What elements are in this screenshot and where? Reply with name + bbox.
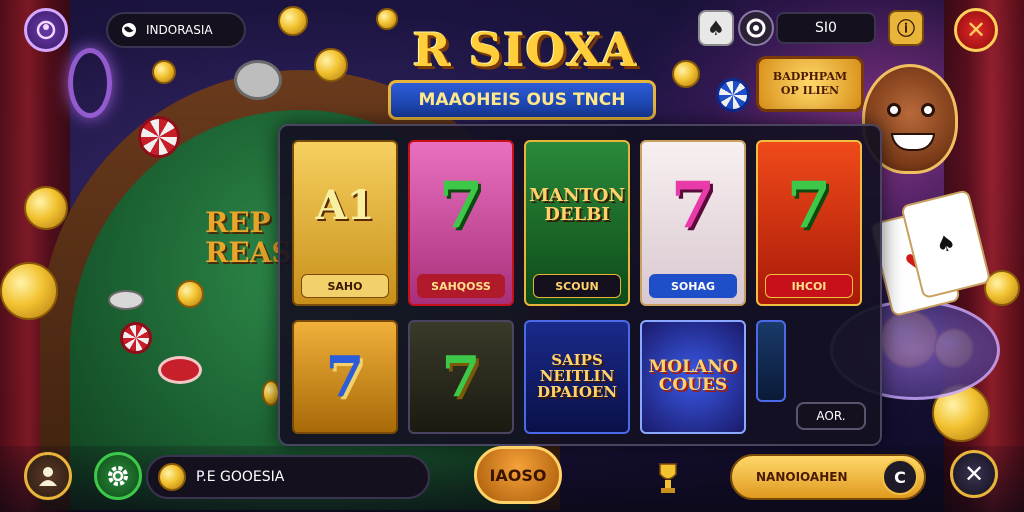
trophy-icon[interactable] [656, 460, 680, 496]
cards-icon: ♠ [707, 16, 725, 40]
profile-icon [36, 20, 56, 40]
more-games-button[interactable]: AOR. [796, 402, 866, 430]
close-bottom-button[interactable]: ✕ [950, 450, 998, 498]
game-tile[interactable]: SAIPS NEITLIN DPAIOEN [524, 320, 630, 434]
game-tile-label: IHCOI [765, 274, 853, 298]
promo-line1: BADPHPAM [772, 70, 848, 83]
chip-button[interactable] [738, 10, 774, 46]
game-tile-art: MANTON DELBI [529, 185, 625, 225]
play-button[interactable]: IAOSO [474, 446, 562, 504]
region-selector[interactable]: INDORASIA [106, 12, 246, 48]
coin-icon [24, 186, 68, 230]
settings-button[interactable] [94, 452, 142, 500]
coin-icon [376, 8, 398, 30]
game-tile[interactable]: A1 SAHO [292, 140, 398, 306]
game-tile[interactable]: 7 SOHAG [640, 140, 746, 306]
game-tile[interactable]: MANTON DELBI SCOUN [524, 140, 630, 306]
info-icon: ⓘ [897, 19, 915, 40]
game-tile[interactable]: 7 [408, 320, 514, 434]
balance-display: SI0 [776, 12, 876, 44]
game-tile-art: 7 [441, 343, 481, 410]
game-tile-art: SAIPS NEITLIN DPAIOEN [536, 351, 618, 401]
refresh-icon: C [882, 459, 918, 495]
game-tile[interactable]: 7 SAHQOSS [408, 140, 514, 306]
info-button[interactable]: ⓘ [888, 10, 924, 46]
card-shoe [234, 60, 282, 100]
poker-chip [716, 78, 750, 112]
promo-line2: OP ILIEN [780, 84, 840, 97]
region-label: INDORASIA [146, 23, 213, 37]
close-icon: ✕ [965, 16, 987, 44]
game-tile-art: A1 [315, 182, 375, 229]
coin-icon [0, 262, 58, 320]
user-button[interactable] [24, 452, 72, 500]
close-icon: ✕ [963, 460, 985, 488]
globe-icon [122, 23, 136, 37]
game-subtitle: MAAOHEIS OUS TNCH [388, 80, 656, 120]
game-tile[interactable]: 7 [292, 320, 398, 434]
search-input[interactable] [196, 469, 418, 485]
coin-icon [152, 60, 176, 84]
claim-button[interactable]: NANOIOAHEN C [730, 454, 926, 500]
game-tile[interactable]: 7 IHCOI [756, 140, 862, 306]
profile-button[interactable] [24, 8, 68, 52]
game-tile-label: SAHO [301, 274, 389, 298]
game-tile-art: 7 [325, 343, 365, 410]
poker-chip [120, 322, 152, 354]
poker-chip [138, 116, 180, 158]
game-grid-panel: A1 SAHO 7 SAHQOSS MANTON DELBI SCOUN 7 S… [278, 124, 882, 446]
table-dish [108, 290, 144, 310]
game-tile-label: SOHAG [649, 274, 737, 298]
game-title: R SIOXA [412, 23, 638, 77]
table-red-button[interactable] [158, 356, 202, 384]
gear-icon [108, 466, 128, 486]
chip-icon [746, 18, 766, 38]
promo-badge[interactable]: BADPHPAM OP ILIEN [756, 56, 864, 112]
game-tile[interactable]: MOLANO COUES [640, 320, 746, 434]
game-tile-art: 7 [786, 168, 832, 244]
game-tile-label: SAHQOSS [417, 274, 505, 298]
game-tile-art: 7 [438, 168, 484, 244]
coin-icon [314, 48, 348, 82]
game-tile-art: MOLANO COUES [648, 357, 738, 395]
mascot-mouth [891, 133, 935, 151]
coin-icon [672, 60, 700, 88]
coin-icon [278, 6, 308, 36]
game-tile-art: 7 [670, 168, 716, 244]
close-button[interactable]: ✕ [954, 8, 998, 52]
coin-icon [176, 280, 204, 308]
game-tile-label: SCOUN [533, 274, 621, 298]
deck-button[interactable]: ♠ [698, 10, 734, 46]
neon-ring-decor [68, 48, 112, 118]
mascot-eye [887, 103, 901, 117]
user-icon [39, 467, 57, 486]
search-bar[interactable] [146, 455, 430, 499]
game-tile-partial[interactable] [756, 320, 786, 402]
claim-label: NANOIOAHEN [756, 470, 848, 484]
mascot-eye [921, 103, 935, 117]
coin-icon [158, 463, 186, 491]
